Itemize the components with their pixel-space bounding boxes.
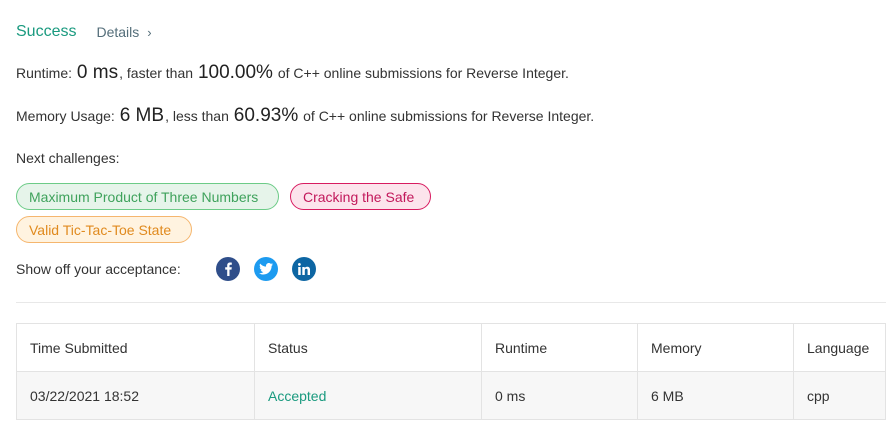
column-header: Language xyxy=(807,339,870,356)
accepted-link[interactable]: Accepted xyxy=(268,388,326,404)
column-header: Status xyxy=(255,324,482,371)
status-cell: Accepted xyxy=(255,372,482,419)
column-header: Runtime xyxy=(482,324,638,371)
memory-stat: Memory Usage: 6 MB , less than 60.93% of… xyxy=(16,105,594,127)
chevron-right-icon: › xyxy=(147,24,152,40)
memory-cell: 6 MB xyxy=(638,372,794,419)
column-header: Time Submitted xyxy=(17,324,255,371)
memory-percent: 60.93% xyxy=(233,105,299,126)
next-challenges-label: Next challenges: xyxy=(16,150,120,166)
submissions-table: Time Submitted Status Runtime Memory Lan… xyxy=(16,323,886,420)
section-divider xyxy=(16,302,886,303)
share-label: Show off your acceptance: xyxy=(16,261,181,277)
runtime-percent: 100.00% xyxy=(197,62,273,83)
result-header: Success Details › xyxy=(16,20,152,44)
linkedin-icon[interactable] xyxy=(292,257,316,281)
details-link[interactable]: Details › xyxy=(96,24,151,40)
runtime-suffix: of C++ online submissions for Reverse In… xyxy=(277,65,569,81)
table-header-row: Time Submitted Status Runtime Memory Lan… xyxy=(17,324,885,372)
challenge-chip-easy[interactable]: Maximum Product of Three Numbers xyxy=(16,183,279,210)
challenge-chip-medium[interactable]: Valid Tic-Tac-Toe State xyxy=(16,216,192,243)
result-status: Success xyxy=(16,23,77,40)
memory-value: 6 MB xyxy=(119,105,165,126)
details-label: Details xyxy=(96,24,140,40)
table-row: 03/22/2021 18:52 Accepted 0 ms 6 MB cpp xyxy=(17,372,885,420)
memory-comparison: , less than xyxy=(165,108,229,124)
language-cell: cpp xyxy=(807,387,830,404)
time-submitted-cell: 03/22/2021 18:52 xyxy=(17,372,255,419)
runtime-label: Runtime: xyxy=(16,65,73,81)
facebook-icon[interactable] xyxy=(216,257,240,281)
challenge-chip-hard[interactable]: Cracking the Safe xyxy=(290,183,431,210)
twitter-icon[interactable] xyxy=(254,257,278,281)
memory-label: Memory Usage: xyxy=(16,108,115,124)
runtime-cell: 0 ms xyxy=(482,372,638,419)
runtime-stat: Runtime: 0 ms , faster than 100.00% of C… xyxy=(16,62,569,84)
memory-suffix: of C++ online submissions for Reverse In… xyxy=(303,108,595,124)
submission-result-panel: Success Details › Runtime: 0 ms , faster… xyxy=(0,0,895,427)
runtime-value: 0 ms xyxy=(76,62,119,83)
column-header: Memory xyxy=(638,324,794,371)
runtime-comparison: , faster than xyxy=(119,65,194,81)
